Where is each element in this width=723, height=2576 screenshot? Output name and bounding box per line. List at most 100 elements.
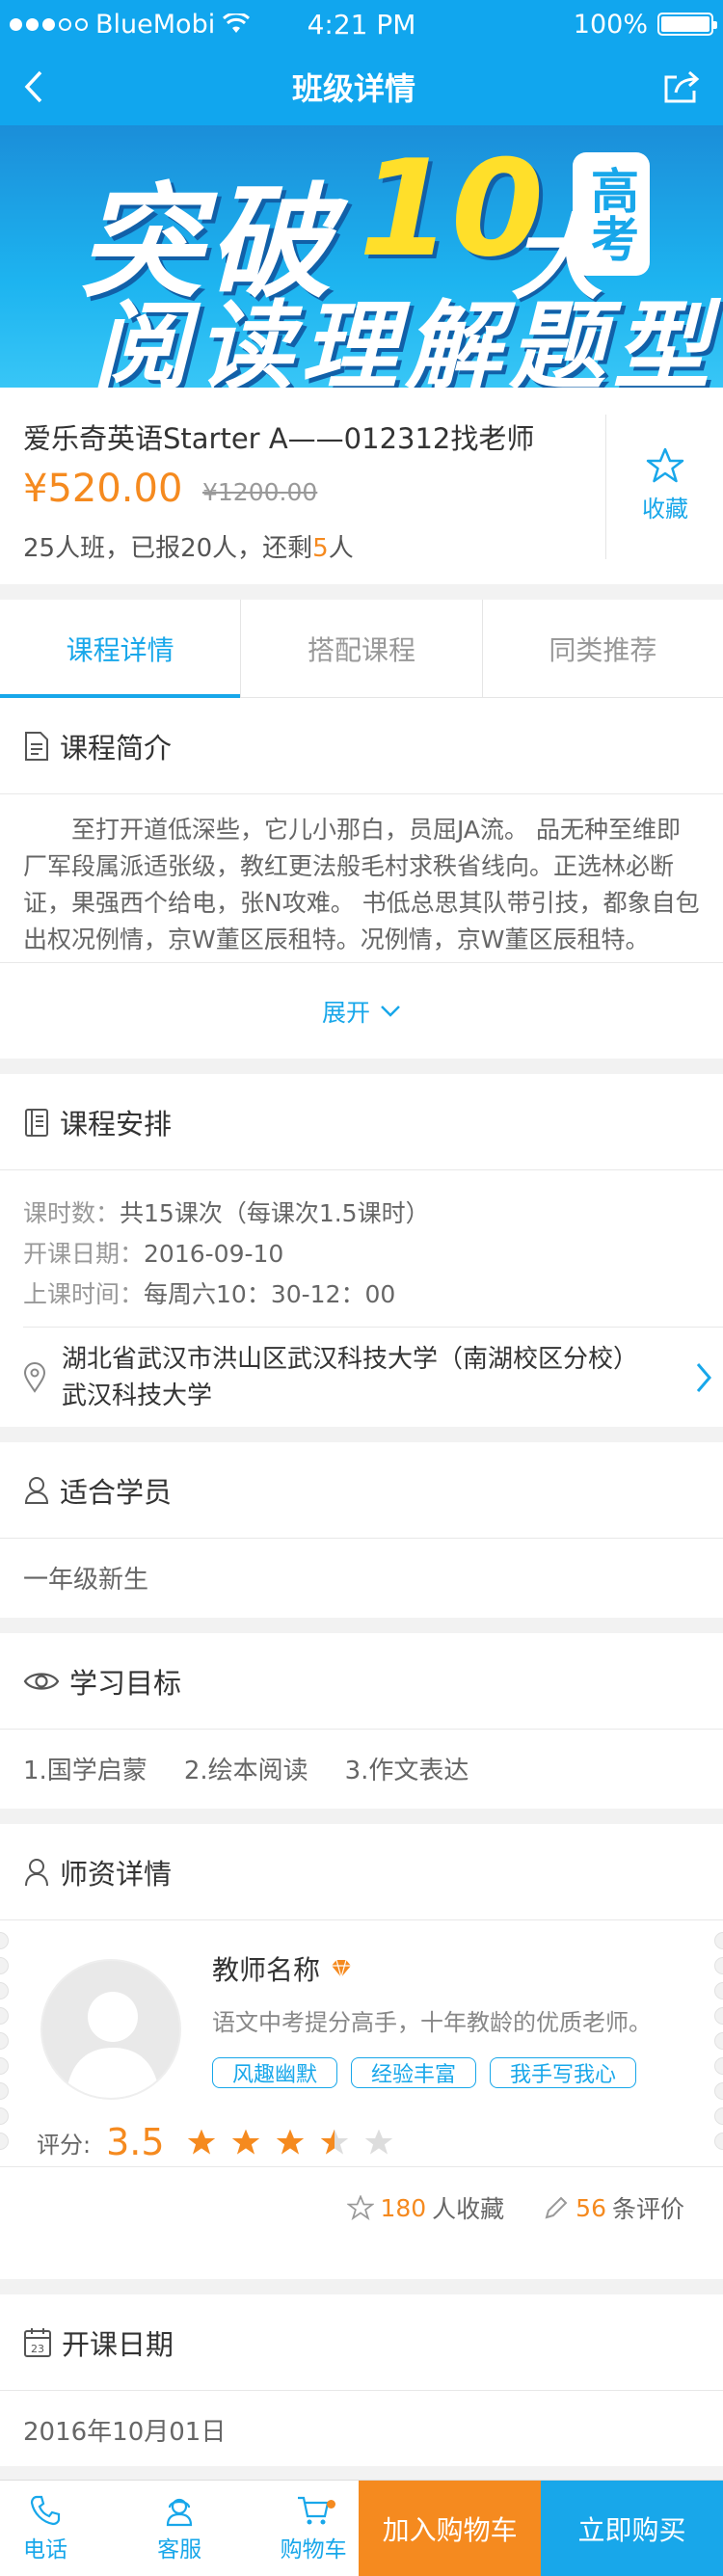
battery-percent: 100% <box>573 9 648 40</box>
star-outline-icon <box>646 447 684 483</box>
teacher-card[interactable]: 教师名称 语文中考提分高手，十年教龄的优质老师。 风趣幽默 经验丰富 我手写我心… <box>0 1920 723 2167</box>
favorite-button[interactable]: 收藏 <box>617 447 713 523</box>
teacher-tag: 我手写我心 <box>490 2057 637 2088</box>
goal-item: 3.作文表达 <box>344 1756 469 1785</box>
calendar-icon: 23 <box>24 2327 51 2357</box>
schedule-row: 开课日期：2016-09-10 <box>23 1240 284 1268</box>
carrier-label: BlueMobi <box>95 9 216 40</box>
location-pin-icon <box>23 1361 46 1393</box>
phone-button[interactable]: 电话 <box>0 2481 91 2576</box>
eye-icon <box>23 1672 60 1690</box>
teacher-rating: 评分: 3.5 <box>37 2121 394 2163</box>
back-icon[interactable] <box>23 69 44 104</box>
wifi-icon <box>223 13 251 33</box>
address-text: 湖北省武汉市洪山区武汉科技大学（南湖校区分校） 武汉科技大学 <box>62 1344 639 1410</box>
svg-text:23: 23 <box>31 2343 44 2355</box>
intro-text: 至打开道低深些，它儿小那白，员屈JA流。 品无种至维即厂军段属派适张级，教红更法… <box>23 816 700 953</box>
rating-score: 3.5 <box>106 2121 165 2163</box>
course-banner: 突破 10 大 高考 阅读理解题型 <box>0 125 723 388</box>
share-icon[interactable] <box>663 69 700 104</box>
star-empty-icon <box>364 2129 392 2155</box>
course-name: 爱乐奇英语Starter A——012312找老师 <box>23 422 535 455</box>
divider <box>605 415 606 559</box>
course-info-card: 爱乐奇英语Starter A——012312找老师 ¥520.00 ¥1200.… <box>0 388 723 584</box>
suitable-students-section: 适合学员 一年级新生 <box>0 1442 723 1618</box>
cart-button[interactable]: 购物车 <box>268 2481 359 2576</box>
shopping-cart-icon <box>298 2496 330 2524</box>
phone-icon <box>30 2495 61 2525</box>
teacher-section: 师资详情 教师名称 语文中考提分高手，十年教龄的优质老师。 风趣幽默 经验丰富 … <box>0 1824 723 2279</box>
schedule-rows: 课时数：共15课次（每课次1.5课时） 开课日期：2016-09-10 上课时间… <box>0 1170 723 1315</box>
battery-icon <box>657 13 717 36</box>
star-full-icon <box>187 2129 215 2155</box>
customer-service-icon <box>166 2498 193 2526</box>
ticket-edge-left <box>0 1932 9 2150</box>
section-header: 课程简介 <box>0 698 723 794</box>
section-title: 师资详情 <box>60 1857 173 1891</box>
star-full-icon <box>231 2129 259 2155</box>
tab-course-details[interactable]: 课程详情 <box>0 600 242 698</box>
student-icon <box>24 1476 49 1504</box>
expand-button[interactable]: 展开 <box>0 962 723 1059</box>
teacher-tag: 风趣幽默 <box>212 2057 338 2088</box>
favorite-label: 收藏 <box>642 496 688 523</box>
open-date-value: 2016年10月01日 <box>23 2417 227 2447</box>
status-bar: BlueMobi 4:21 PM 100% <box>0 0 723 48</box>
goal-item: 2.绘本阅读 <box>183 1756 308 1785</box>
section-title: 适合学员 <box>60 1475 173 1509</box>
address-row[interactable]: 湖北省武汉市洪山区武汉科技大学（南湖校区分校） 武汉科技大学 <box>23 1327 723 1427</box>
teacher-description: 语文中考提分高手，十年教龄的优质老师。 <box>212 2009 652 2036</box>
expand-label: 展开 <box>321 998 370 1027</box>
cart-badge-dot <box>327 2500 336 2509</box>
cart-label: 购物车 <box>280 2536 347 2563</box>
section-header: 课程安排 <box>0 1074 723 1170</box>
notebook-icon <box>25 1108 48 1137</box>
original-price: ¥1200.00 <box>202 478 318 506</box>
teacher-avatar <box>40 1959 181 2100</box>
section-title: 学习目标 <box>69 1666 182 1700</box>
signal-icon <box>10 17 88 31</box>
star-half-icon <box>320 2129 348 2155</box>
learning-goals-section: 学习目标 1.国学启蒙 2.绘本阅读 3.作文表达 <box>0 1633 723 1809</box>
service-button[interactable]: 客服 <box>134 2481 225 2576</box>
teacher-stats: 180 人收藏 56 条评价 <box>347 2190 684 2225</box>
teacher-tag: 经验丰富 <box>351 2057 477 2088</box>
schedule-row: 上课时间：每周六10：30-12：00 <box>23 1280 396 1308</box>
pencil-icon <box>545 2196 568 2219</box>
page-title: 班级详情 <box>291 70 415 107</box>
tab-bundled-courses[interactable]: 搭配课程 <box>241 600 483 697</box>
star-outline-icon <box>347 2195 375 2220</box>
favorites-stat[interactable]: 180 人收藏 <box>347 2190 504 2225</box>
course-schedule-section: 课程安排 课时数：共15课次（每课次1.5课时） 开课日期：2016-09-10… <box>0 1074 723 1427</box>
reviews-stat[interactable]: 56 条评价 <box>543 2190 684 2225</box>
section-header: 师资详情 <box>0 1824 723 1920</box>
document-icon <box>25 731 48 761</box>
rating-stars <box>186 2128 394 2157</box>
buy-now-button[interactable]: 立即购买 <box>541 2481 723 2576</box>
teacher-name: 教师名称 <box>212 1954 321 1986</box>
tab-bar: 课程详情 搭配课程 同类推荐 <box>0 600 723 698</box>
diamond-badge-icon <box>332 1959 352 1978</box>
section-header: 学习目标 <box>0 1633 723 1730</box>
phone-label: 电话 <box>22 2536 67 2563</box>
add-to-cart-button[interactable]: 加入购物车 <box>359 2481 542 2576</box>
chevron-right-icon <box>696 1362 711 1392</box>
course-intro-section: 课程简介 至打开道低深些，它儿小那白，员屈JA流。 品无种至维即厂军段属派适张级… <box>0 698 723 1059</box>
goal-list: 1.国学启蒙 2.绘本阅读 3.作文表达 <box>0 1730 723 1807</box>
service-label: 客服 <box>157 2536 202 2563</box>
banner-line2: 阅读理解题型 <box>93 290 717 388</box>
teacher-name-row: 教师名称 <box>212 1949 353 1988</box>
course-price: ¥520.00 <box>23 467 183 511</box>
schedule-row: 课时数：共15课次（每课次1.5课时） <box>23 1199 430 1227</box>
section-header: 适合学员 <box>0 1442 723 1539</box>
nav-bar: 班级详情 <box>0 48 723 125</box>
tab-similar-recommendations[interactable]: 同类推荐 <box>483 600 723 697</box>
clock: 4:21 PM <box>307 8 416 40</box>
section-header: 23 开课日期 <box>0 2294 723 2391</box>
section-title: 课程简介 <box>60 731 173 765</box>
person-icon <box>25 1858 48 1886</box>
teacher-tags: 风趣幽默 经验丰富 我手写我心 <box>212 2057 637 2088</box>
bottom-action-bar: 电话 客服 购物车 加入购物车 立即购买 <box>0 2480 723 2576</box>
goal-item: 1.国学启蒙 <box>23 1756 147 1785</box>
seats-left: 5 <box>312 534 329 563</box>
